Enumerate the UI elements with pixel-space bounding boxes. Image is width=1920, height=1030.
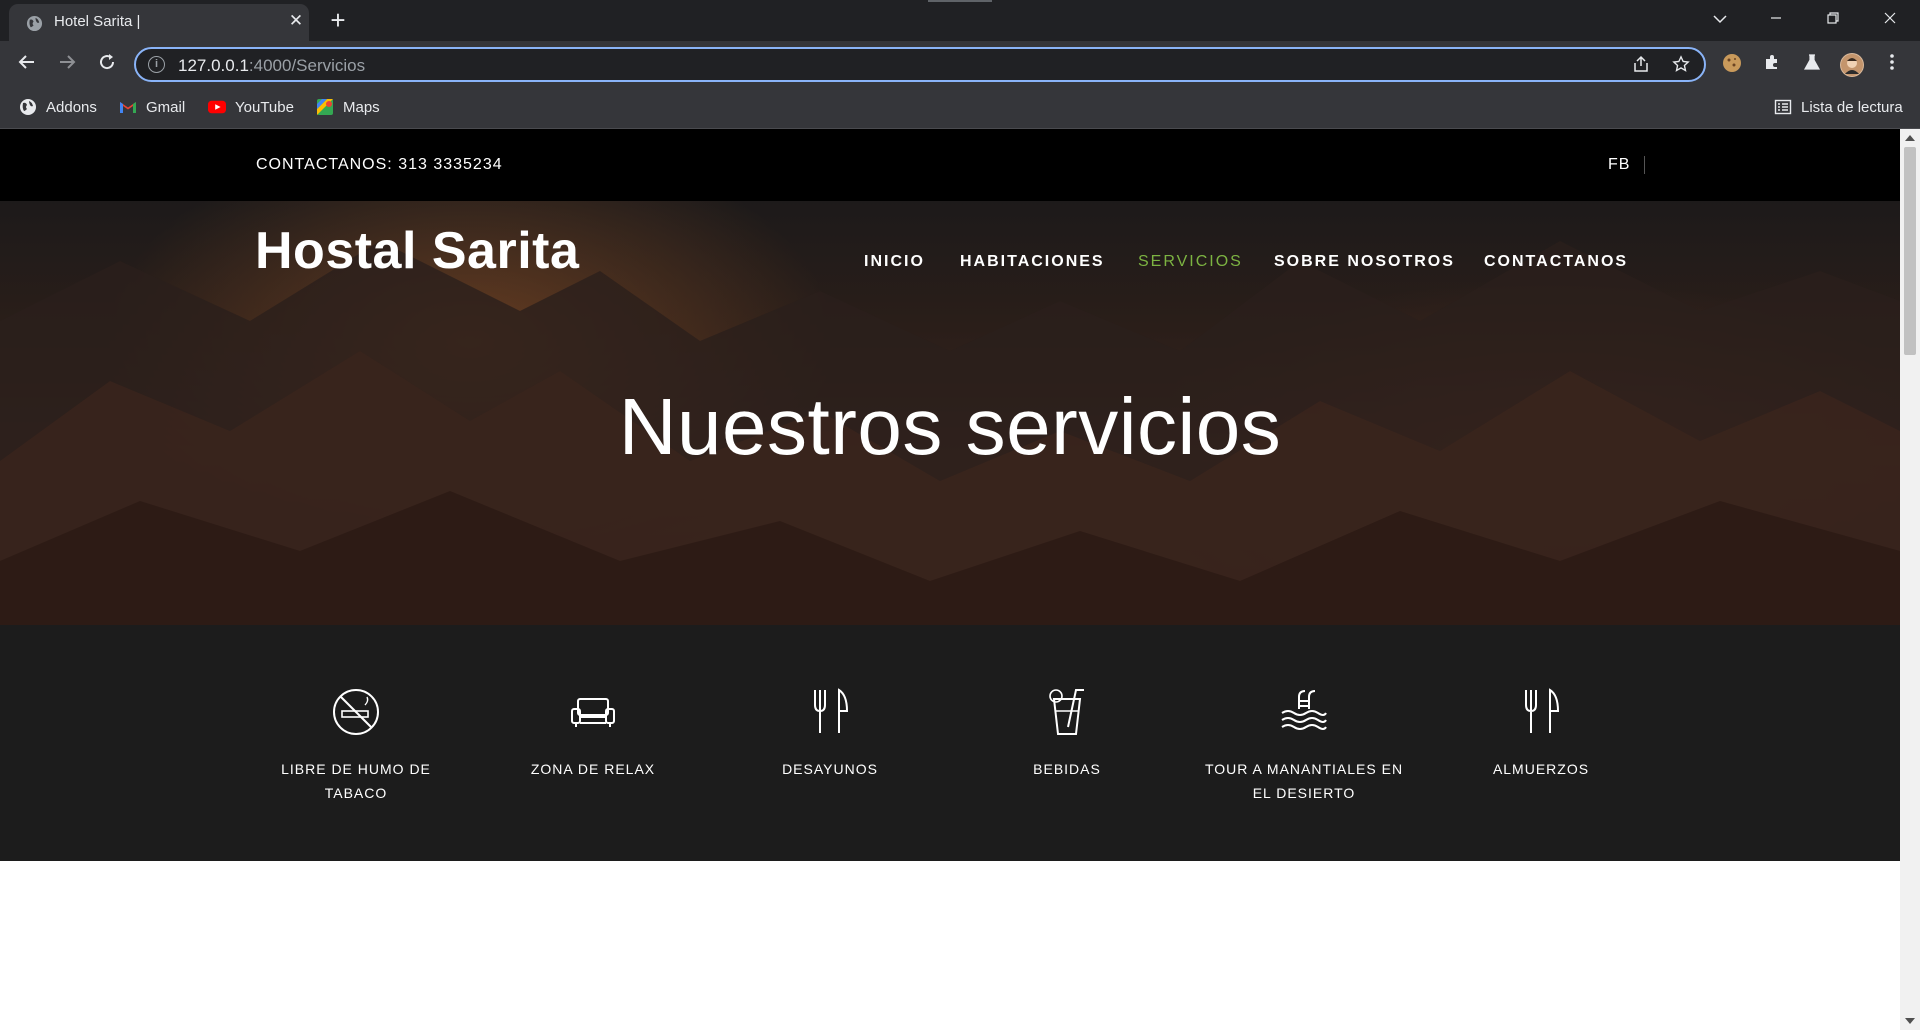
service-label: ALMUERZOS	[1492, 761, 1590, 777]
bookmark-label: Maps	[343, 99, 380, 116]
service-item: ALMUERZOS	[1436, 687, 1646, 781]
drink-icon	[1049, 689, 1084, 735]
restore-icon[interactable]	[1813, 6, 1853, 34]
reading-list-button[interactable]: Lista de lectura	[1774, 97, 1903, 119]
scroll-up-arrow-icon[interactable]	[1905, 135, 1915, 141]
fork-knife-icon	[1525, 688, 1560, 733]
site-info-icon[interactable]: i	[148, 56, 165, 73]
bookmark-addons[interactable]: Addons	[19, 97, 97, 119]
bookmark-label: Addons	[46, 99, 97, 116]
sofa-icon	[571, 698, 615, 727]
maps-icon	[317, 99, 333, 115]
tab-search-indicator	[928, 0, 992, 2]
bookmark-youtube[interactable]: YouTube	[208, 97, 294, 119]
fork-knife-icon	[814, 688, 849, 733]
service-label: BEBIDAS	[1033, 761, 1101, 777]
no-smoking-icon	[333, 689, 379, 735]
services-section: LIBRE DE HUMO DE TABACO ZONA DE RELAX DE…	[0, 625, 1900, 861]
bookmarks-bar: Addons Gmail YouTube Maps Lista de lectu…	[0, 88, 1920, 129]
globe-icon	[26, 15, 43, 32]
youtube-icon	[208, 100, 226, 114]
service-item: TOUR A MANANTIALES EN EL DESIERTO	[1199, 687, 1409, 805]
bookmark-gmail[interactable]: Gmail	[119, 97, 185, 119]
pool-icon	[1281, 690, 1327, 730]
service-item: ZONA DE RELAX	[488, 687, 698, 781]
url-path: :4000/Servicios	[248, 56, 366, 75]
page-viewport: CONTACTANOS: 313 3335234 FB Hostal Sarit…	[0, 129, 1900, 1030]
top-contact-bar: CONTACTANOS: 313 3335234 FB	[0, 129, 1900, 201]
nav-servicios[interactable]: SERVICIOS	[1138, 253, 1243, 271]
bookmark-maps[interactable]: Maps	[316, 97, 380, 119]
service-item: DESAYUNOS	[725, 687, 935, 781]
browser-tab-bar: Hotel Sarita | ✕ +	[0, 0, 1920, 41]
service-label: TOUR A MANANTIALES EN EL DESIERTO	[1204, 761, 1404, 801]
scroll-down-arrow-icon[interactable]	[1905, 1018, 1915, 1024]
bookmark-star-icon[interactable]	[1670, 55, 1692, 77]
cookie-extension-icon[interactable]	[1720, 53, 1744, 77]
nav-habitaciones[interactable]: HABITACIONES	[960, 253, 1105, 271]
share-icon[interactable]	[1630, 55, 1652, 77]
page-scrollbar[interactable]	[1900, 129, 1920, 1030]
url-host: 127.0.0.1	[178, 56, 249, 75]
reading-list-icon	[1774, 99, 1792, 115]
service-label: ZONA DE RELAX	[530, 761, 656, 777]
tab-search-chevron-icon[interactable]	[1700, 6, 1740, 34]
reload-icon[interactable]	[92, 50, 122, 80]
site-logo[interactable]: Hostal Sarita	[255, 221, 579, 281]
service-item: BEBIDAS	[962, 687, 1172, 781]
minimize-icon[interactable]	[1756, 6, 1796, 34]
facebook-link[interactable]: FB	[1608, 156, 1646, 174]
service-label: DESAYUNOS	[782, 761, 878, 777]
scrollbar-thumb[interactable]	[1904, 147, 1916, 355]
close-window-icon[interactable]	[1870, 6, 1910, 34]
globe-icon	[20, 99, 36, 115]
url-text: 127.0.0.1:4000/Servicios	[178, 56, 365, 76]
browser-tab[interactable]: Hotel Sarita | ✕	[9, 4, 309, 41]
extensions-puzzle-icon[interactable]	[1760, 53, 1784, 77]
new-tab-button[interactable]: +	[325, 7, 351, 33]
address-bar[interactable]: i 127.0.0.1:4000/Servicios	[134, 47, 1706, 82]
forward-arrow-icon[interactable]	[52, 50, 82, 80]
profile-avatar[interactable]	[1840, 53, 1864, 77]
bookmark-label: Gmail	[146, 99, 186, 116]
tab-title: Hotel Sarita |	[54, 13, 141, 30]
service-item: LIBRE DE HUMO DE TABACO	[251, 687, 461, 805]
reading-list-label: Lista de lectura	[1801, 99, 1903, 116]
browser-toolbar: i 127.0.0.1:4000/Servicios	[0, 41, 1920, 88]
hero-banner: Hostal Sarita INICIO HABITACIONES SERVIC…	[0, 201, 1900, 625]
labs-flask-icon[interactable]	[1800, 53, 1824, 77]
nav-sobre-nosotros[interactable]: SOBRE NOSOTROS	[1274, 253, 1455, 271]
gmail-icon	[120, 102, 136, 113]
bookmark-label: YouTube	[235, 99, 294, 116]
more-menu-icon[interactable]	[1880, 53, 1904, 77]
service-label: LIBRE DE HUMO DE TABACO	[281, 761, 431, 801]
contact-phone: CONTACTANOS: 313 3335234	[256, 156, 503, 173]
nav-inicio[interactable]: INICIO	[864, 253, 925, 271]
back-arrow-icon[interactable]	[12, 50, 42, 80]
close-icon[interactable]: ✕	[286, 11, 306, 31]
page-title: Nuestros servicios	[618, 382, 1282, 471]
nav-contactanos[interactable]: CONTACTANOS	[1484, 253, 1628, 271]
